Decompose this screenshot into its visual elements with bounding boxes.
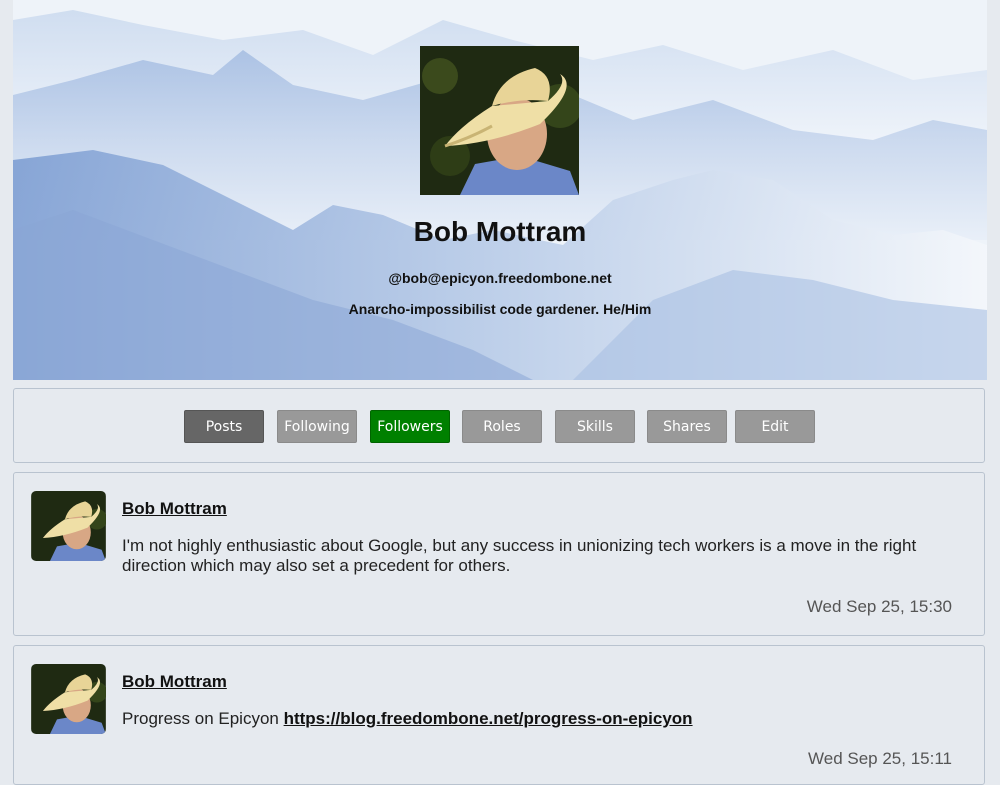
author-photo-image — [31, 664, 106, 734]
followers-button[interactable]: Followers — [370, 410, 450, 443]
post-item: Bob Mottram I'm not highly enthusiastic … — [13, 472, 985, 636]
profile-bio: Anarcho-impossibilist code gardener. He/… — [348, 301, 652, 317]
profile-photo-image — [420, 46, 582, 195]
skills-button[interactable]: Skills — [555, 410, 635, 443]
following-button[interactable]: Following — [277, 410, 357, 443]
profile-handle: @bob@epicyon.freedombone.net — [388, 270, 612, 286]
profile-banner: Bob Mottram @bob@epicyon.freedombone.net… — [13, 0, 987, 380]
post-timestamp[interactable]: Wed Sep 25, 15:11 — [808, 749, 952, 769]
edit-button[interactable]: Edit — [735, 410, 815, 443]
post-content: I'm not highly enthusiastic about Google… — [122, 536, 917, 575]
roles-button[interactable]: Roles — [462, 410, 542, 443]
post-content-text: Progress on Epicyon — [122, 709, 284, 728]
profile-nav-panel: Posts Following Followers Roles Skills S… — [13, 388, 985, 463]
post-author-avatar[interactable] — [31, 664, 106, 734]
profile-name: Bob Mottram — [413, 216, 587, 247]
post-author-link[interactable]: Bob Mottram — [122, 672, 227, 692]
author-photo-image — [31, 491, 106, 561]
post-link[interactable]: https://blog.freedombone.net/progress-on… — [284, 709, 693, 728]
shares-button[interactable]: Shares — [647, 410, 727, 443]
profile-avatar[interactable] — [420, 46, 582, 195]
post-timestamp[interactable]: Wed Sep 25, 15:30 — [807, 597, 952, 617]
posts-button[interactable]: Posts — [184, 410, 264, 443]
post-content: Progress on Epicyon https://blog.freedom… — [122, 709, 962, 729]
post-item: Bob Mottram Progress on Epicyon https://… — [13, 645, 985, 785]
post-author-link[interactable]: Bob Mottram — [122, 499, 227, 519]
post-author-avatar[interactable] — [31, 491, 106, 561]
